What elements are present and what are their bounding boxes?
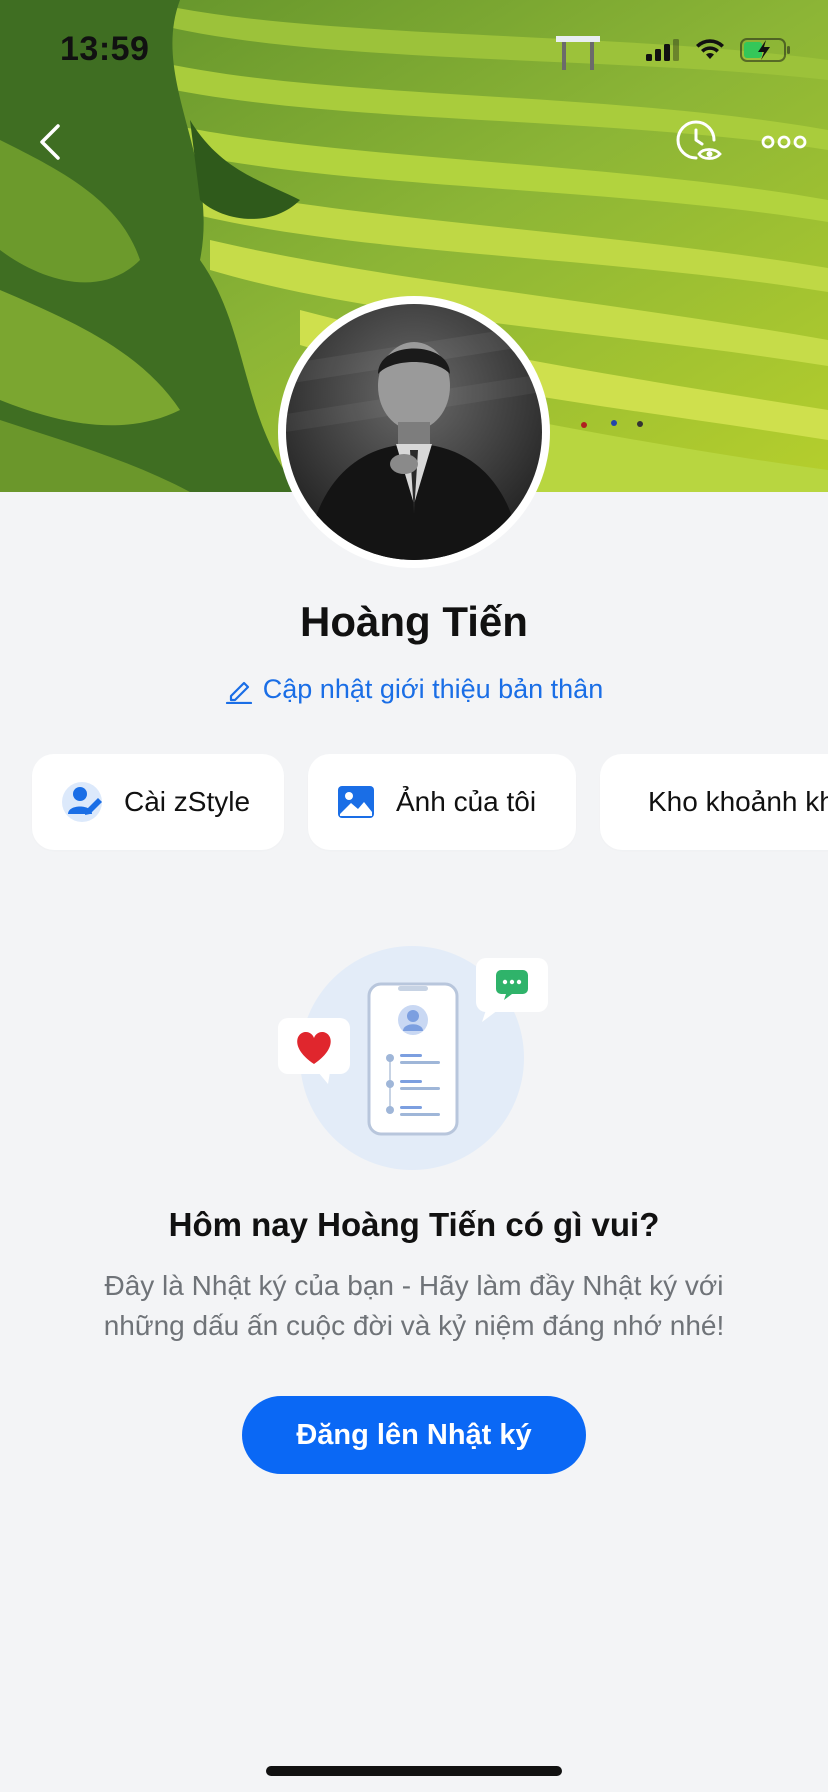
profile-name: Hoàng Tiến [300, 598, 528, 645]
my-photos-label: Ảnh của tôi [396, 786, 537, 817]
post-to-diary-button[interactable]: Đăng lên Nhật ký [242, 1396, 586, 1474]
zstyle-button[interactable]: Cài zStyle [32, 754, 284, 850]
clock-eye-icon [676, 120, 722, 160]
moments-archive-label: Kho khoảnh khắc [648, 786, 828, 817]
empty-state-title: Hôm nay Hoàng Tiến có gì vui? [168, 1206, 660, 1243]
zstyle-icon [62, 782, 102, 822]
home-indicator[interactable] [266, 1766, 562, 1776]
quick-actions-row: Cài zStyle Ảnh của tôi Kho khoảnh khắc [32, 754, 828, 850]
update-bio-label: Cập nhật giới thiệu bản thân [262, 674, 604, 704]
moments-archive-button[interactable]: Kho khoảnh khắc [600, 754, 828, 850]
profile-avatar[interactable] [278, 296, 550, 568]
update-bio-link[interactable]: Cập nhật giới thiệu bản thân [0, 674, 828, 705]
my-photos-button[interactable]: Ảnh của tôi [308, 754, 576, 850]
back-button[interactable] [20, 112, 80, 172]
ellipsis-icon [761, 135, 807, 149]
chevron-left-icon [40, 124, 60, 160]
more-options-button[interactable] [752, 112, 816, 172]
zstyle-label: Cài zStyle [124, 786, 251, 817]
empty-state-description: Đây là Nhật ký của bạn - Hãy làm đầy Nhậ… [103, 1270, 725, 1341]
image-icon [338, 786, 374, 818]
history-view-button[interactable] [668, 112, 728, 172]
avatar-image [286, 304, 542, 560]
empty-diary-illustration [278, 946, 548, 1170]
pencil-icon [225, 681, 252, 704]
